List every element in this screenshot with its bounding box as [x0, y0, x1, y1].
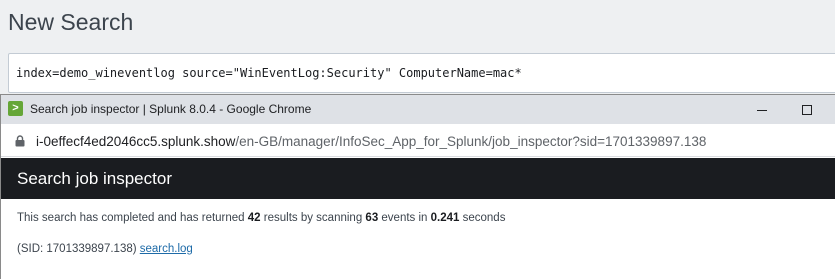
- search-summary: This search has completed and has return…: [17, 212, 505, 224]
- url-text[interactable]: i-0effecf4ed2046cc5.splunk.show/en-GB/ma…: [36, 134, 706, 149]
- sid-line: (SID: 1701339897.138) search.log: [17, 243, 193, 255]
- minimize-icon: [757, 110, 767, 111]
- sid-label: (SID: 1701339897.138): [17, 243, 140, 255]
- events-count: 63: [365, 212, 379, 224]
- address-bar[interactable]: i-0effecf4ed2046cc5.splunk.show/en-GB/ma…: [1, 124, 835, 157]
- maximize-button[interactable]: [784, 95, 830, 124]
- results-count: 42: [247, 212, 261, 224]
- summary-prefix: This search has completed and has return…: [17, 212, 248, 224]
- minimize-button[interactable]: [739, 95, 785, 124]
- page-title: New Search: [8, 9, 134, 35]
- job-inspector-window: > Search job inspector | Splunk 8.0.4 - …: [0, 94, 835, 279]
- inspector-title: Search job inspector: [17, 169, 172, 188]
- lock-icon[interactable]: [15, 135, 25, 147]
- search-query-input[interactable]: index=demo_wineventlog source="WinEventL…: [16, 66, 522, 80]
- inspector-header: Search job inspector: [1, 158, 835, 199]
- window-title: Search job inspector | Splunk 8.0.4 - Go…: [30, 102, 312, 116]
- summary-suffix: seconds: [459, 212, 506, 224]
- url-path: /en-GB/manager/InfoSec_App_for_Splunk/jo…: [235, 134, 707, 149]
- url-host: i-0effecf4ed2046cc5.splunk.show: [36, 134, 236, 149]
- search-bar[interactable]: index=demo_wineventlog source="WinEventL…: [8, 53, 835, 93]
- window-titlebar[interactable]: > Search job inspector | Splunk 8.0.4 - …: [1, 95, 835, 124]
- search-log-link[interactable]: search.log: [140, 243, 193, 255]
- maximize-icon: [802, 104, 812, 115]
- splunk-app-icon: >: [8, 101, 23, 116]
- duration-seconds: 0.241: [430, 212, 460, 224]
- summary-middle: results by scanning: [260, 212, 366, 224]
- summary-middle2: events in: [378, 212, 431, 224]
